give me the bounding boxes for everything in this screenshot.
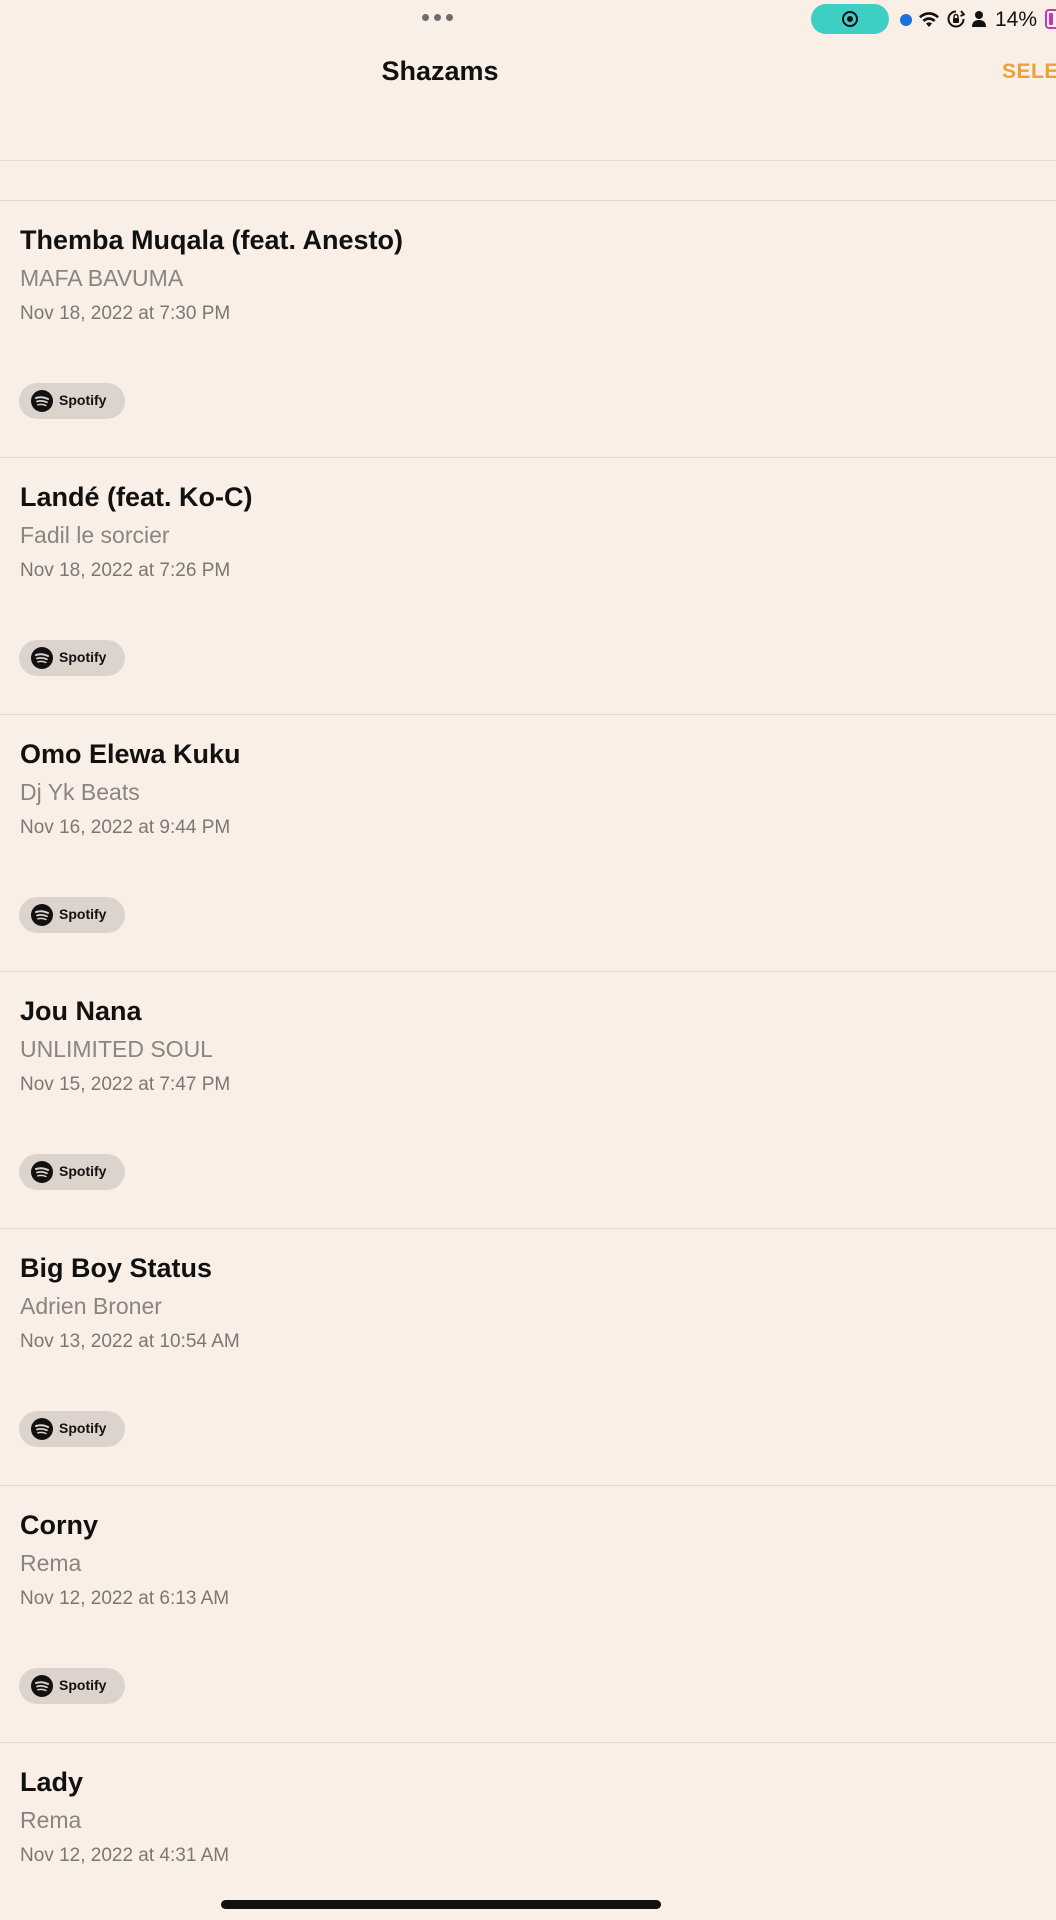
select-button[interactable]: SELE [1002, 60, 1056, 84]
artist-name: Adrien Broner [20, 1293, 162, 1319]
spotify-label: Spotify [59, 1420, 107, 1436]
list-item[interactable]: Landé (feat. Ko-C) Fadil le sorcier Nov … [0, 457, 1056, 714]
spotify-button[interactable]: Spotify [19, 1154, 125, 1190]
song-title: Jou Nana [20, 996, 142, 1026]
battery-percentage: 14% [995, 8, 1038, 31]
artist-name: Dj Yk Beats [20, 779, 140, 805]
battery-icon [1045, 9, 1056, 29]
song-title: Landé (feat. Ko-C) [20, 482, 253, 512]
more-dots-icon[interactable] [422, 14, 453, 21]
shazam-date: Nov 12, 2022 at 6:13 AM [20, 1588, 230, 1609]
song-title: Big Boy Status [20, 1253, 213, 1283]
shazam-date: Nov 12, 2022 at 4:31 AM [20, 1845, 230, 1866]
shazam-date: Nov 16, 2022 at 9:44 PM [20, 817, 231, 838]
shazam-date: Nov 18, 2022 at 7:26 PM [20, 560, 231, 581]
screen-recording-icon[interactable] [811, 4, 889, 34]
shazam-list: Themba Muqala (feat. Anesto) MAFA BAVUMA… [0, 200, 1056, 1920]
spotify-icon [31, 904, 53, 926]
person-icon [972, 11, 986, 27]
song-title: Corny [20, 1510, 99, 1540]
spotify-button[interactable]: Spotify [19, 1668, 125, 1704]
artist-name: Fadil le sorcier [20, 522, 170, 548]
spotify-icon [31, 647, 53, 669]
shazams-screen: 14% Shazams SELE Themba Muqala (feat. An… [0, 0, 1056, 1920]
list-item[interactable]: Corny Rema Nov 12, 2022 at 6:13 AM Spoti… [0, 1485, 1056, 1742]
list-item[interactable]: Jou Nana UNLIMITED SOUL Nov 15, 2022 at … [0, 971, 1056, 1228]
orientation-lock-icon [947, 10, 965, 28]
spotify-label: Spotify [59, 392, 107, 408]
spotify-icon [31, 390, 53, 412]
page-title: Shazams [381, 56, 499, 86]
spotify-button[interactable]: Spotify [19, 1411, 125, 1447]
spotify-icon [31, 1418, 53, 1440]
artist-name: Rema [20, 1807, 82, 1833]
shazam-date: Nov 13, 2022 at 10:54 AM [20, 1331, 240, 1352]
spotify-label: Spotify [59, 649, 107, 665]
shazam-date: Nov 15, 2022 at 7:47 PM [20, 1074, 231, 1095]
wifi-icon [919, 12, 939, 27]
list-item[interactable]: Lady Rema Nov 12, 2022 at 4:31 AM [0, 1742, 1056, 1920]
song-title: Omo Elewa Kuku [20, 739, 241, 769]
artist-name: MAFA BAVUMA [20, 265, 184, 291]
home-indicator[interactable] [221, 1900, 661, 1909]
spotify-label: Spotify [59, 1163, 107, 1179]
spotify-label: Spotify [59, 906, 107, 922]
shazam-date: Nov 18, 2022 at 7:30 PM [20, 303, 231, 324]
list-item[interactable]: Themba Muqala (feat. Anesto) MAFA BAVUMA… [0, 200, 1056, 457]
header-divider [0, 160, 1056, 161]
artist-name: Rema [20, 1550, 82, 1576]
list-item[interactable]: Big Boy Status Adrien Broner Nov 13, 202… [0, 1228, 1056, 1485]
list-item[interactable]: Omo Elewa Kuku Dj Yk Beats Nov 16, 2022 … [0, 714, 1056, 971]
song-title: Themba Muqala (feat. Anesto) [20, 225, 404, 255]
spotify-label: Spotify [59, 1677, 107, 1693]
spotify-icon [31, 1675, 53, 1697]
spotify-button[interactable]: Spotify [19, 897, 125, 933]
status-bar: 14% [0, 0, 1056, 40]
spotify-icon [31, 1161, 53, 1183]
spotify-button[interactable]: Spotify [19, 640, 125, 676]
song-title: Lady [20, 1767, 84, 1797]
spotify-button[interactable]: Spotify [19, 383, 125, 419]
artist-name: UNLIMITED SOUL [20, 1036, 213, 1062]
blue-dot-indicator [900, 14, 912, 26]
